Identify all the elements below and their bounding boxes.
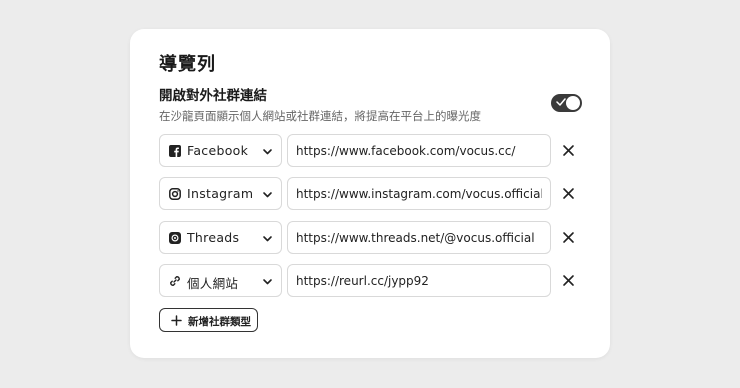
section-title: 導覽列 — [159, 54, 216, 75]
add-button-label: 新增社群類型 — [188, 316, 251, 328]
close-icon[interactable] — [562, 144, 575, 157]
social-link-row: 個人網站 — [159, 264, 583, 297]
url-input[interactable] — [287, 177, 551, 210]
social-link-row: Facebook — [159, 134, 583, 167]
platform-select[interactable]: 個人網站 — [159, 264, 282, 297]
platform-select[interactable]: Threads — [159, 221, 282, 254]
platform-label: 個人網站 — [187, 276, 239, 291]
url-input[interactable] — [287, 134, 551, 167]
threads-icon — [169, 232, 181, 244]
close-icon[interactable] — [562, 231, 575, 244]
chevron-down-icon — [263, 236, 272, 242]
social-links-toggle[interactable] — [551, 94, 582, 112]
platform-label: Facebook — [187, 143, 249, 158]
close-icon[interactable] — [562, 187, 575, 200]
facebook-icon — [169, 145, 181, 157]
add-social-type-button[interactable]: 新增社群類型 — [159, 308, 258, 332]
check-icon — [556, 98, 566, 106]
navigation-settings-card: 導覽列 開啟對外社群連結 在沙龍頁面顯示個人網站或社群連結，將提高在平台上的曝光… — [130, 29, 610, 358]
link-icon — [170, 276, 180, 286]
platform-select[interactable]: Facebook — [159, 134, 282, 167]
social-toggle-description: 在沙龍頁面顯示個人網站或社群連結，將提高在平台上的曝光度 — [159, 109, 481, 123]
instagram-icon — [169, 188, 181, 200]
chevron-down-icon — [263, 149, 272, 155]
url-input[interactable] — [287, 264, 551, 297]
plus-icon — [171, 315, 182, 326]
social-link-row: Instagram — [159, 177, 583, 210]
url-input[interactable] — [287, 221, 551, 254]
chevron-down-icon — [263, 192, 272, 198]
close-icon[interactable] — [562, 274, 575, 287]
platform-select[interactable]: Instagram — [159, 177, 282, 210]
chevron-down-icon — [263, 279, 272, 285]
toggle-knob — [566, 96, 580, 110]
social-link-row: Threads — [159, 221, 583, 254]
platform-label: Threads — [187, 230, 240, 245]
social-toggle-label: 開啟對外社群連結 — [159, 88, 267, 104]
platform-label: Instagram — [187, 186, 254, 201]
